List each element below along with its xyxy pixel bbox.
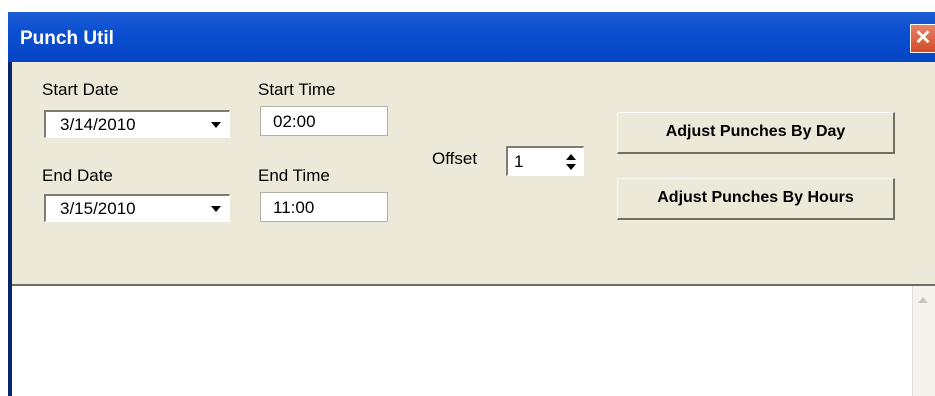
title-bar[interactable]: Punch Util ✕ <box>8 12 935 62</box>
end-date-label: End Date <box>42 166 113 185</box>
offset-label: Offset <box>432 149 478 168</box>
offset-value: 1 <box>514 152 524 171</box>
chevron-down-icon[interactable] <box>207 200 225 218</box>
window-title: Punch Util <box>20 28 114 49</box>
adjust-by-hours-button[interactable]: Adjust Punches By Hours <box>617 178 895 220</box>
adjust-by-day-button[interactable]: Adjust Punches By Day <box>617 112 895 154</box>
spinner-arrows-icon[interactable] <box>563 151 579 173</box>
end-date-value: 3/15/2010 <box>60 199 136 218</box>
adjust-by-day-label: Adjust Punches By Day <box>665 123 846 140</box>
client-area: Start Date 3/14/2010 End Date 3/15/2010 … <box>12 62 935 396</box>
start-date-picker[interactable]: 3/14/2010 <box>44 110 230 138</box>
adjust-by-hours-label: Adjust Punches By Hours <box>657 189 854 206</box>
close-icon: ✕ <box>914 27 932 49</box>
punch-util-window: Punch Util ✕ Start Date 3/14/2010 End Da… <box>8 12 935 396</box>
end-time-value: 11:00 <box>273 198 315 217</box>
close-button[interactable]: ✕ <box>910 24 935 53</box>
end-date-picker[interactable]: 3/15/2010 <box>44 194 230 222</box>
start-date-value: 3/14/2010 <box>60 115 136 134</box>
results-list[interactable] <box>12 284 935 396</box>
start-time-value: 02:00 <box>273 112 316 131</box>
chevron-down-icon[interactable] <box>207 116 225 134</box>
end-time-input[interactable]: 11:00 <box>260 192 388 222</box>
scroll-up-icon[interactable] <box>916 292 930 310</box>
end-time-label: End Time <box>258 166 330 185</box>
start-time-label: Start Time <box>258 80 336 99</box>
offset-spinner[interactable]: 1 <box>506 146 584 176</box>
start-date-label: Start Date <box>42 80 119 99</box>
vertical-scrollbar[interactable] <box>912 286 935 396</box>
start-time-input[interactable]: 02:00 <box>260 106 388 136</box>
